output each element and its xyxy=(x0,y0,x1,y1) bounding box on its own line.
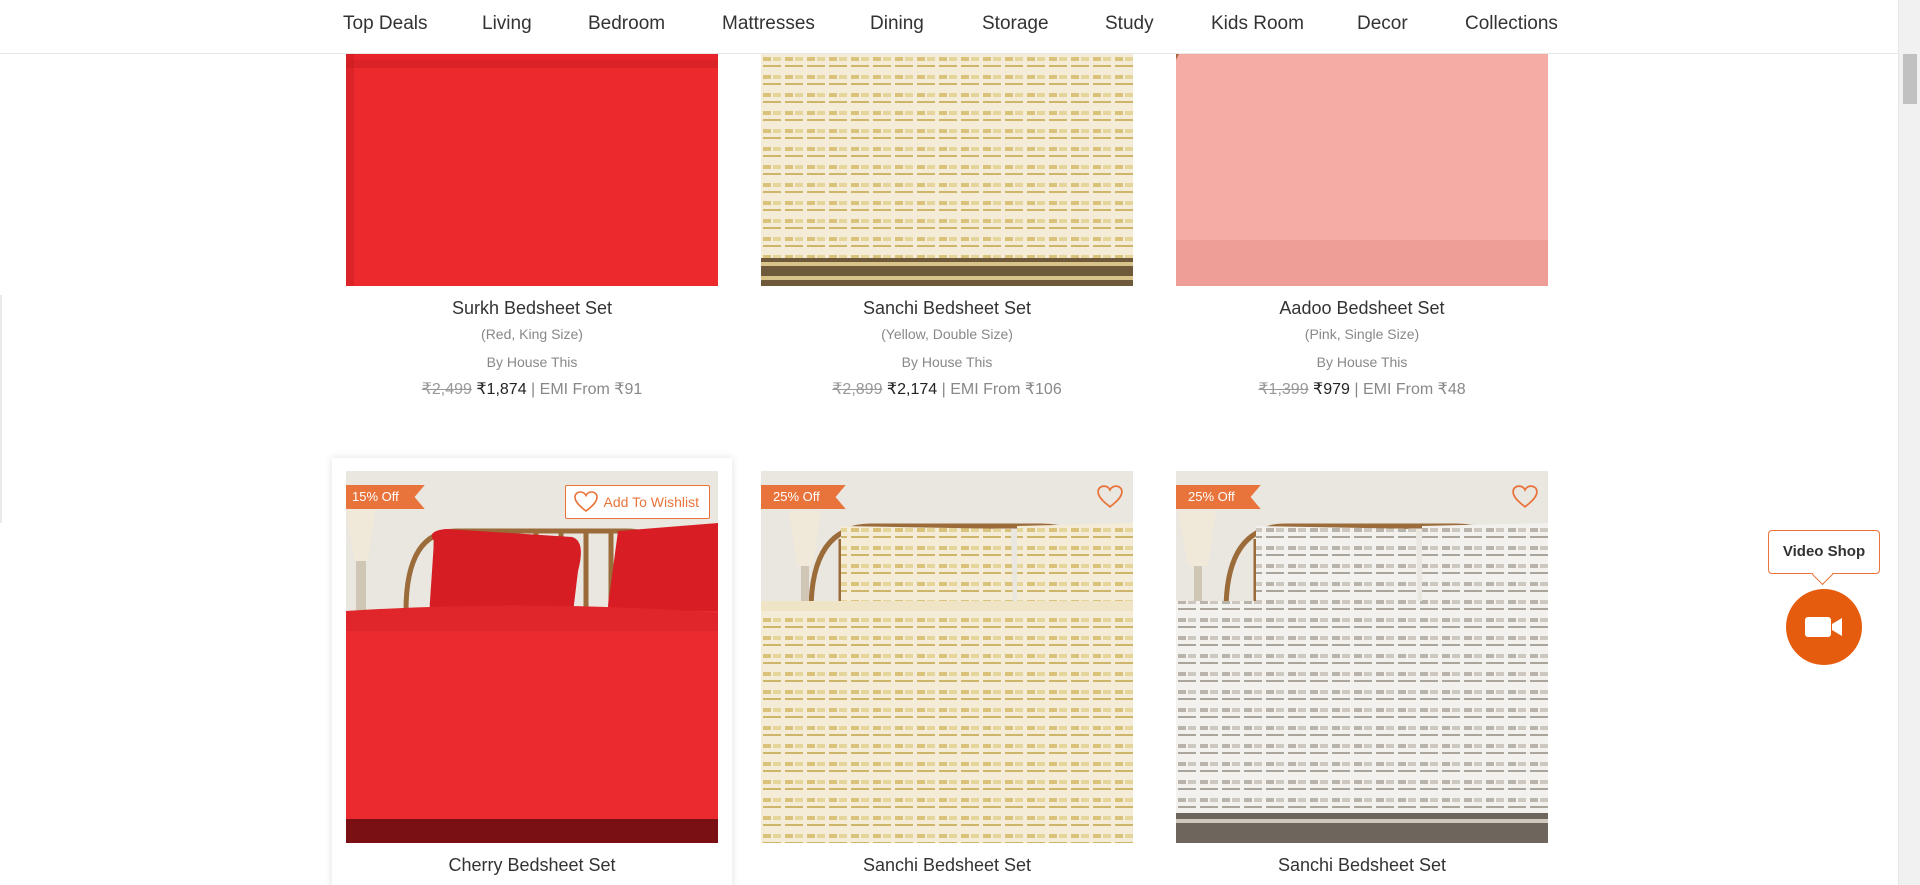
product-price: ₹1,399 ₹979 | EMI From ₹48 xyxy=(1176,379,1548,399)
discount-badge: 15% Off xyxy=(346,485,425,509)
product-variant: (Red, King Size) xyxy=(481,326,583,342)
product-card[interactable]: Sanchi Bedsheet Set (Yellow, Double Size… xyxy=(761,0,1133,410)
page-scrollbar[interactable] xyxy=(1898,0,1920,885)
discount-badge: 25% Off xyxy=(761,485,846,509)
product-card-hovered[interactable]: 15% Off Add To Wishlist Cherry Bedsheet … xyxy=(332,458,732,885)
mrp-price: ₹2,499 xyxy=(421,381,472,398)
side-tab-edge xyxy=(0,295,2,523)
product-card[interactable]: 25% Off Sanchi Bedsheet Set xyxy=(761,471,1133,885)
nav-kids-room[interactable]: Kids Room xyxy=(1211,13,1304,35)
scrollbar-thumb[interactable] xyxy=(1903,54,1917,104)
sale-price: ₹2,174 xyxy=(886,381,938,398)
product-image[interactable]: 15% Off Add To Wishlist xyxy=(346,471,718,843)
product-brand: By House This xyxy=(486,354,578,370)
emi-text: | EMI From ₹91 xyxy=(526,381,643,398)
product-card[interactable]: Surkh Bedsheet Set (Red, King Size) By H… xyxy=(346,0,718,410)
product-image[interactable]: 25% Off xyxy=(1176,471,1548,843)
mrp-price: ₹2,899 xyxy=(832,381,883,398)
product-title[interactable]: Surkh Bedsheet Set xyxy=(346,298,718,319)
sale-price: ₹979 xyxy=(1313,381,1350,398)
nav-decor[interactable]: Decor xyxy=(1357,13,1408,35)
nav-bedroom[interactable]: Bedroom xyxy=(588,13,665,35)
product-title[interactable]: Sanchi Bedsheet Set xyxy=(761,298,1133,319)
wishlist-heart-icon[interactable] xyxy=(1097,485,1123,509)
heart-icon xyxy=(573,491,598,513)
product-title[interactable]: Cherry Bedsheet Set xyxy=(346,855,718,876)
nav-dining[interactable]: Dining xyxy=(870,13,924,35)
nav-study[interactable]: Study xyxy=(1105,13,1154,35)
emi-text: | EMI From ₹106 xyxy=(937,381,1062,398)
product-card[interactable]: Aadoo Bedsheet Set (Pink, Single Size) B… xyxy=(1176,0,1548,410)
nav-collections[interactable]: Collections xyxy=(1465,13,1558,35)
nav-storage[interactable]: Storage xyxy=(982,13,1049,35)
product-title[interactable]: Sanchi Bedsheet Set xyxy=(1176,855,1548,876)
mrp-price: ₹1,399 xyxy=(1258,381,1309,398)
product-title[interactable]: Sanchi Bedsheet Set xyxy=(761,855,1133,876)
add-to-wishlist-button[interactable]: Add To Wishlist xyxy=(564,485,710,519)
sale-price: ₹1,874 xyxy=(476,381,527,398)
discount-badge: 25% Off xyxy=(1176,485,1261,509)
nav-top-deals[interactable]: Top Deals xyxy=(343,13,428,35)
nav-mattresses[interactable]: Mattresses xyxy=(722,13,815,35)
product-brand: By House This xyxy=(901,354,993,370)
product-brand: By House This xyxy=(1316,354,1408,370)
wishlist-label: Add To Wishlist xyxy=(603,494,699,510)
product-variant: (Yellow, Double Size) xyxy=(881,326,1013,342)
emi-text: | EMI From ₹48 xyxy=(1349,381,1466,398)
product-price: ₹2,899 ₹2,174 | EMI From ₹106 xyxy=(761,379,1133,399)
product-title[interactable]: Aadoo Bedsheet Set xyxy=(1176,298,1548,319)
top-navigation: Top Deals Living Bedroom Mattresses Dini… xyxy=(0,0,1898,54)
video-camera-icon xyxy=(1805,617,1842,637)
product-image[interactable]: 25% Off xyxy=(761,471,1133,843)
video-shop-button[interactable] xyxy=(1786,589,1862,665)
wishlist-heart-icon[interactable] xyxy=(1512,485,1538,509)
product-price: ₹2,499 ₹1,874 | EMI From ₹91 xyxy=(346,379,718,399)
video-shop-label[interactable]: Video Shop xyxy=(1768,530,1880,574)
product-card[interactable]: 25% Off Sanchi Bedsheet Set xyxy=(1176,471,1548,885)
nav-living[interactable]: Living xyxy=(482,13,532,35)
product-variant: (Pink, Single Size) xyxy=(1304,326,1420,342)
